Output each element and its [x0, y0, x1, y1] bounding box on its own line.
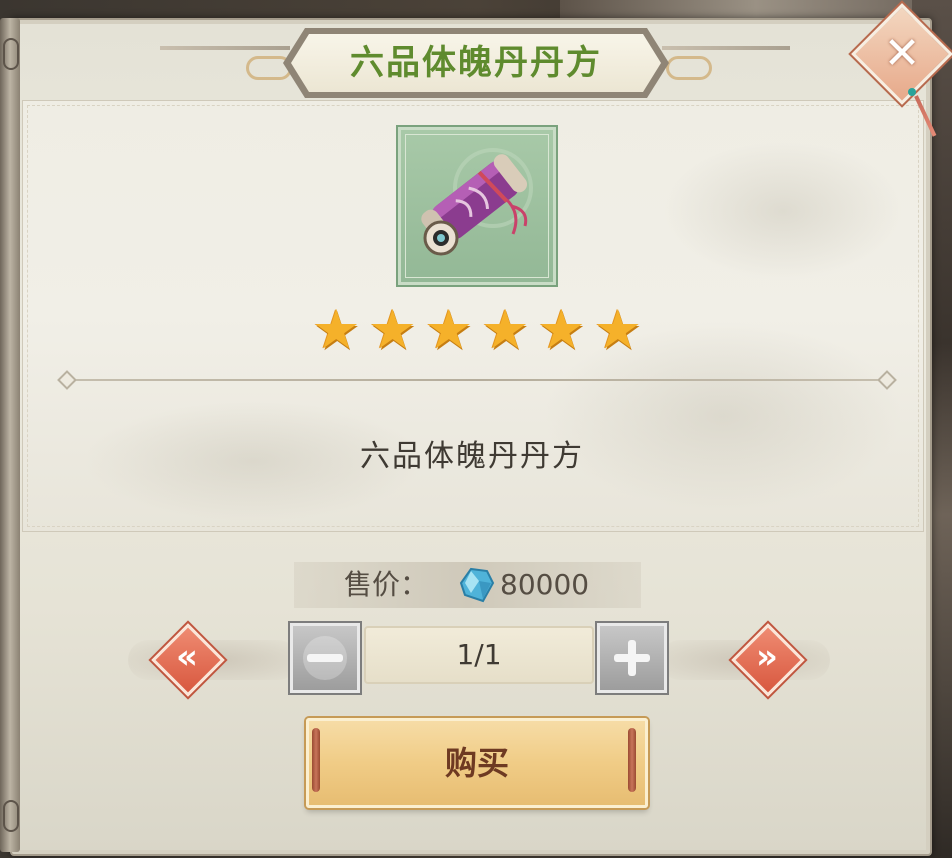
buy-button-rod-left: [312, 728, 320, 792]
buy-button[interactable]: 购买: [306, 718, 648, 808]
plus-icon-vertical: [628, 640, 636, 676]
star-icon: ★: [424, 298, 474, 361]
cloud-decoration: [663, 141, 903, 281]
price-value: 80000: [500, 568, 590, 601]
spirit-stone-icon: [459, 567, 495, 603]
title-line-right: [662, 46, 790, 50]
chevron-right-icon[interactable]: »: [736, 626, 798, 688]
item-name: 六品体魄丹丹方: [360, 439, 584, 474]
title-line-left: [160, 46, 290, 50]
close-icon[interactable]: ✕: [866, 18, 938, 90]
star-icon: ★: [593, 298, 642, 361]
scroll-icon: [421, 148, 533, 256]
item-icon-frame: [398, 127, 556, 285]
chevron-left-icon[interactable]: «: [156, 626, 218, 688]
swirl-decoration-left: [246, 56, 292, 80]
increase-button[interactable]: [597, 623, 667, 693]
quantity-field[interactable]: 1/1: [364, 626, 594, 684]
dialog-left-edge: [0, 18, 20, 852]
star-rating: ★ ★ ★ ★ ★ ★: [312, 300, 642, 360]
price-label: 售价：: [344, 568, 429, 601]
dialog-title: 六品体魄丹丹方: [350, 43, 602, 83]
buy-button-rod-right: [628, 728, 636, 792]
game-screen: 六品体魄丹丹方 ✕ ★ ★ ★ ★ ★ ★ 六品体魄丹丹方 售价： 80000 …: [0, 0, 952, 858]
star-icon: ★: [480, 298, 530, 361]
swirl-decoration-right: [666, 56, 712, 80]
minus-icon: [307, 654, 343, 662]
star-icon: ★: [368, 298, 417, 361]
tassel-bead: [908, 88, 916, 96]
decrease-button[interactable]: [290, 623, 360, 693]
divider: [60, 379, 892, 381]
star-icon: ★: [537, 298, 586, 361]
star-icon: ★: [312, 298, 361, 361]
